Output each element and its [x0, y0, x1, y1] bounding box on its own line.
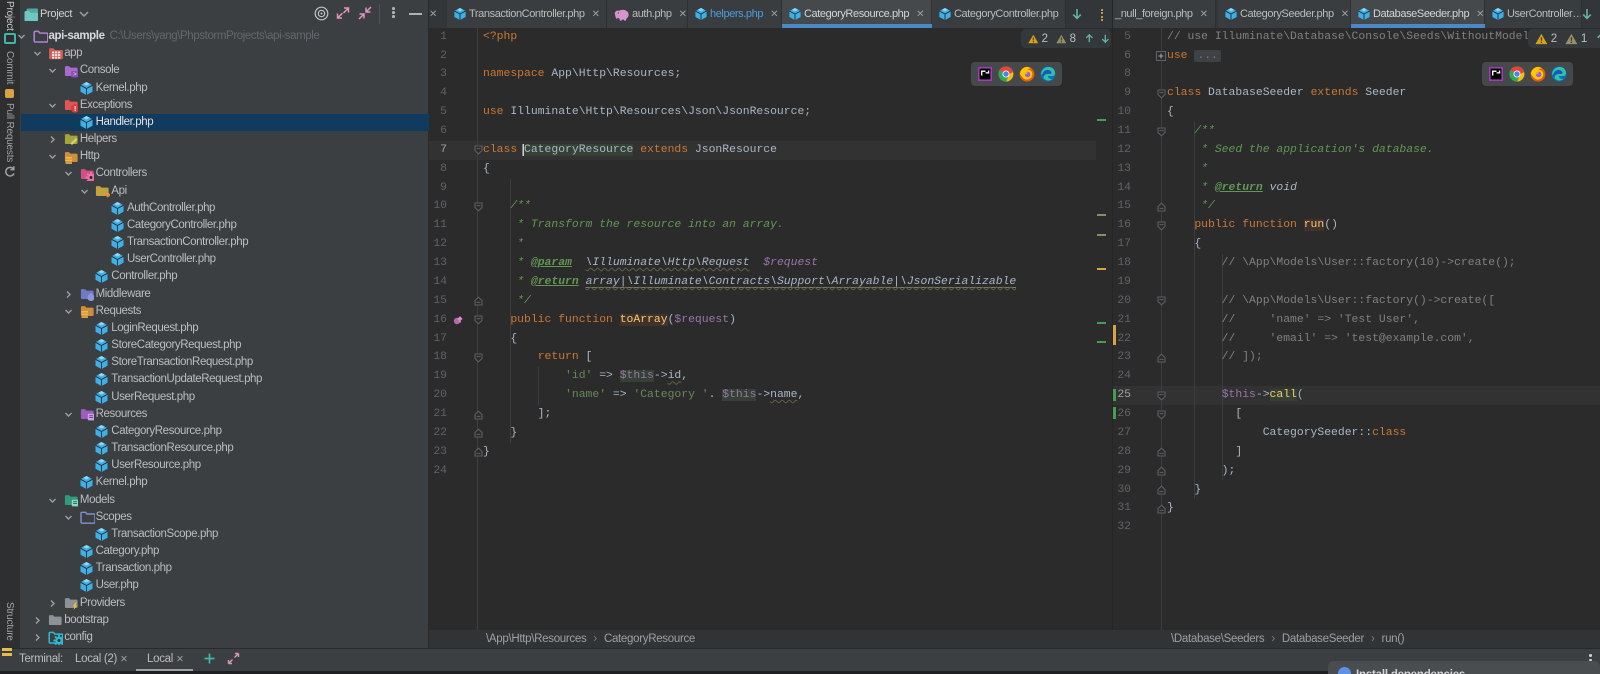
svg-text:>: >: [73, 71, 77, 78]
svg-text:!: !: [74, 106, 76, 113]
